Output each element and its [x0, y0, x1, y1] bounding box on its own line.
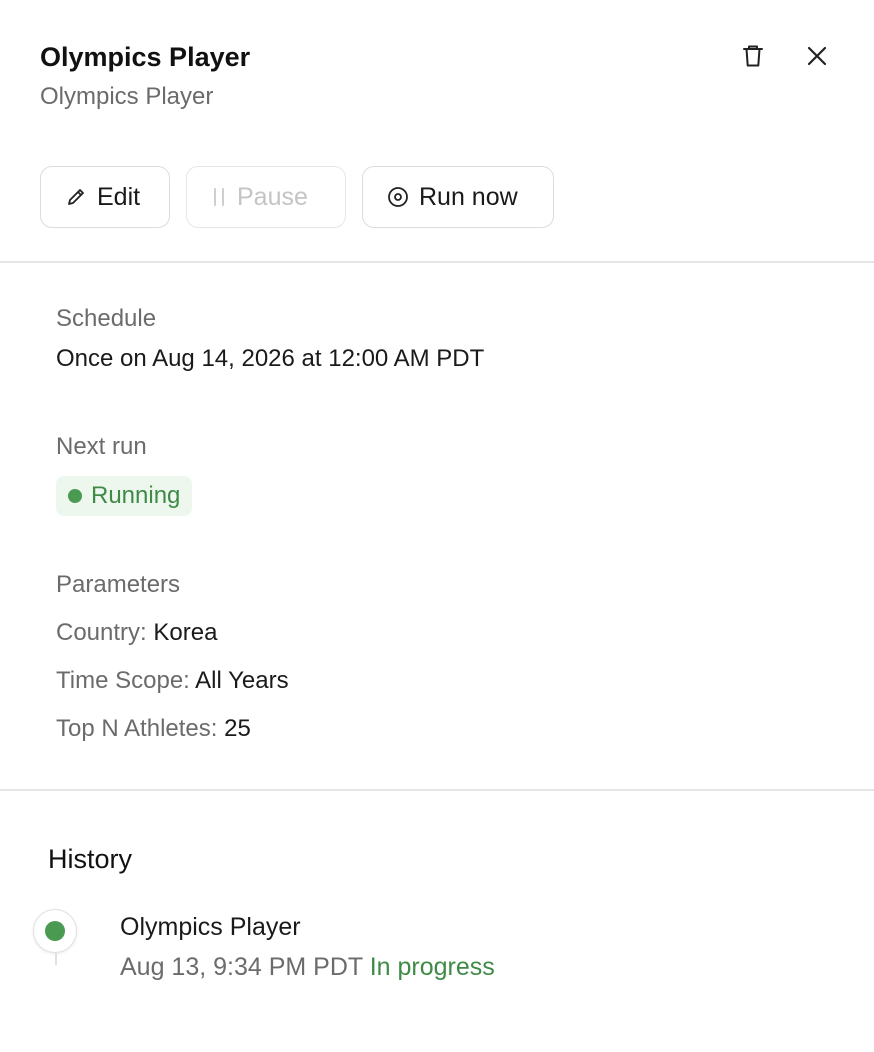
history-status-dot: [45, 921, 65, 941]
history-status-marker: [33, 909, 77, 953]
history-entry-name[interactable]: Olympics Player: [120, 910, 301, 944]
panel-title: Olympics Player: [40, 42, 251, 72]
trash-icon: [743, 45, 763, 67]
edit-button-label: Edit: [97, 182, 141, 211]
delete-button[interactable]: [735, 38, 771, 74]
pause-button-label: Pause: [237, 182, 308, 211]
param-country: Country: Korea: [56, 617, 289, 649]
status-badge: Running: [56, 476, 193, 516]
pause-icon: [214, 188, 224, 206]
run-now-button-label: Run now: [419, 182, 518, 211]
parameters-section: Parameters Country: Korea Time Scope: Al…: [56, 569, 289, 745]
history-entry-meta: Aug 13, 9:34 PM PDT In progress: [120, 950, 495, 984]
action-bar: Edit Pause Run now: [40, 166, 554, 228]
close-button[interactable]: [799, 38, 835, 74]
status-dot: [68, 489, 82, 503]
param-time-scope: Time Scope: All Years: [56, 665, 289, 697]
parameters-label: Parameters: [56, 571, 181, 598]
divider: [0, 789, 874, 791]
status-badge-label: Running: [91, 482, 181, 509]
run-now-button[interactable]: Run now: [362, 166, 554, 228]
param-key: Country:: [56, 619, 147, 646]
param-key: Time Scope:: [56, 667, 190, 694]
history-entry-status: In progress: [369, 953, 495, 981]
panel-header: Olympics Player Olympics Player: [40, 40, 250, 114]
schedule-value: Once on Aug 14, 2026 at 12:00 AM PDT: [56, 345, 485, 372]
pencil-icon: [68, 189, 84, 205]
edit-button[interactable]: Edit: [40, 166, 170, 228]
param-value: All Years: [195, 667, 289, 694]
schedule-section: Schedule Once on Aug 14, 2026 at 12:00 A…: [56, 303, 484, 375]
param-top-n: Top N Athletes: 25: [56, 713, 289, 745]
close-icon: [807, 46, 827, 66]
param-value: 25: [224, 715, 251, 742]
timeline-line: [55, 953, 57, 965]
panel-subtitle: Olympics Player: [40, 83, 214, 110]
run-icon: [388, 187, 408, 207]
next-run-label: Next run: [56, 433, 147, 460]
divider: [0, 261, 874, 263]
param-value: Korea: [153, 619, 218, 646]
schedule-detail-panel: Olympics Player Olympics Player Edit Pau…: [0, 0, 874, 1052]
param-key: Top N Athletes:: [56, 715, 218, 742]
schedule-label: Schedule: [56, 305, 157, 332]
history-entry-time: Aug 13, 9:34 PM PDT: [120, 953, 363, 981]
pause-button[interactable]: Pause: [186, 166, 346, 228]
next-run-section: Next run Running: [56, 431, 193, 516]
history-title: History: [48, 844, 133, 874]
